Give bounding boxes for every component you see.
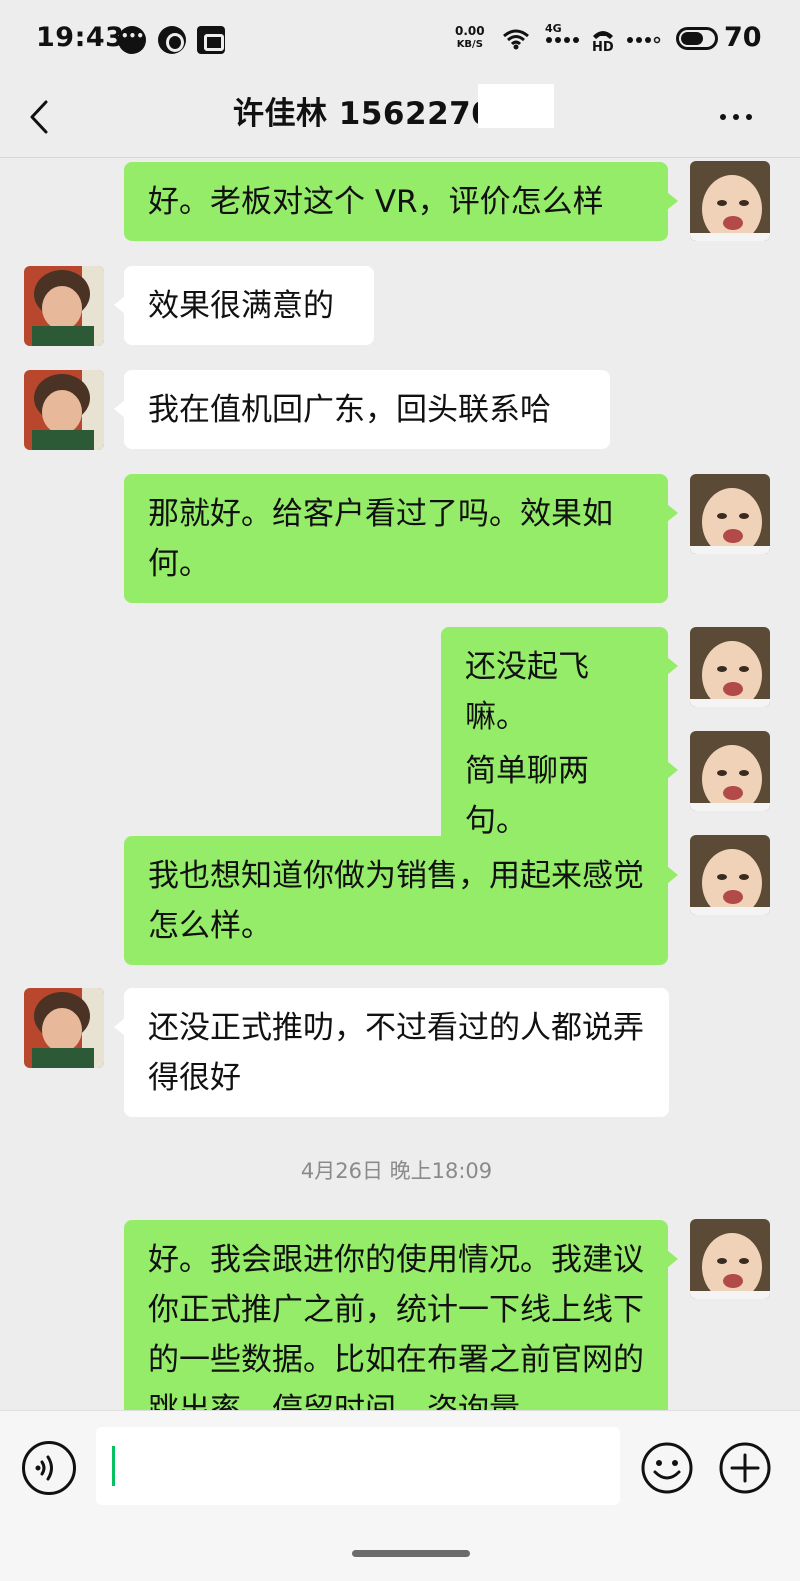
chat-title: 许佳林 1562270 [233, 96, 494, 132]
back-button[interactable] [22, 92, 62, 142]
net-speed-unit: KB/S [456, 39, 483, 50]
hd-label: HD [592, 40, 614, 55]
message-text: 效果很满意的 [148, 288, 334, 324]
message-text: 我也想知道你做为销售，用起来感觉怎么样。 [148, 858, 644, 944]
wifi-icon [503, 29, 529, 50]
status-bar: 19:43 0.00 KB/S 4G HD 70 [0, 0, 800, 78]
signal-dots-icon-2 [627, 36, 661, 44]
message-text: 好。我会跟进你的使用情况。我建议你正式推广之前，统计一下线上线下的一些数据。比如… [148, 1242, 644, 1410]
message-text: 简单聊两句。 [465, 753, 589, 839]
status-time: 19:43 [36, 22, 125, 53]
my-avatar[interactable] [690, 161, 770, 241]
drop-icon [158, 26, 186, 54]
message-bubble[interactable]: 那就好。给客户看过了吗。效果如何。 [124, 474, 678, 603]
text-caret [112, 1446, 115, 1486]
contact-avatar[interactable] [24, 370, 104, 450]
battery-fill [681, 32, 703, 45]
message-bubble[interactable]: 我在值机回广东，回头联系哈 [114, 370, 610, 449]
battery-level: 70 [724, 22, 762, 53]
message-text: 我在值机回广东，回头联系哈 [148, 392, 551, 428]
plus-icon [719, 1442, 771, 1494]
more-button[interactable] [712, 98, 760, 138]
signal-dots-icon [546, 37, 579, 43]
contact-avatar[interactable] [24, 988, 104, 1068]
my-avatar[interactable] [690, 474, 770, 554]
battery-icon [676, 27, 718, 50]
message-text: 还没起飞嘛。 [465, 649, 589, 735]
more-dots-icon [720, 114, 726, 120]
home-indicator[interactable] [352, 1550, 470, 1557]
message-bubble[interactable]: 效果很满意的 [114, 266, 374, 345]
message-text: 那就好。给客户看过了吗。效果如何。 [148, 496, 613, 582]
contact-avatar[interactable] [24, 266, 104, 346]
emoji-icon [641, 1442, 693, 1494]
message-list[interactable]: 好。老板对这个 VR，评价怎么样 效果很满意的 我在值机回广东，回头联系哈 那就… [0, 158, 800, 1410]
chevron-left-icon [30, 100, 48, 134]
message-bubble[interactable]: 好。我会跟进你的使用情况。我建议你正式推广之前，统计一下线上线下的一些数据。比如… [124, 1220, 678, 1410]
chat-header: 许佳林 1562270 [0, 78, 800, 158]
my-avatar[interactable] [690, 835, 770, 915]
title-wrap: 许佳林 1562270 [233, 88, 493, 132]
gift-box-icon [197, 26, 225, 54]
my-avatar[interactable] [690, 627, 770, 707]
message-bubble[interactable]: 我也想知道你做为销售，用起来感觉怎么样。 [124, 836, 678, 965]
timestamp: 4月26日 晚上18:09 [300, 1159, 493, 1183]
message-input[interactable] [96, 1427, 620, 1505]
chat-bubble-icon [118, 26, 146, 54]
emoji-button[interactable] [640, 1441, 694, 1495]
net-speed-value: 0.00 [455, 24, 485, 38]
voice-button[interactable] [22, 1441, 76, 1495]
message-text: 好。老板对这个 VR，评价怎么样 [148, 184, 604, 220]
plus-button[interactable] [718, 1441, 772, 1495]
my-avatar[interactable] [690, 1219, 770, 1299]
message-bubble[interactable]: 好。老板对这个 VR，评价怎么样 [124, 162, 678, 241]
net-speed: 0.00 KB/S [455, 24, 485, 52]
message-text: 还没正式推叻，不过看过的人都说弄得很好 [148, 1010, 644, 1096]
redaction-box [478, 84, 554, 128]
network-type-label: 4G [545, 22, 562, 35]
voice-icon [35, 1455, 53, 1481]
message-bubble[interactable]: 还没正式推叻，不过看过的人都说弄得很好 [114, 988, 669, 1117]
my-avatar[interactable] [690, 731, 770, 811]
